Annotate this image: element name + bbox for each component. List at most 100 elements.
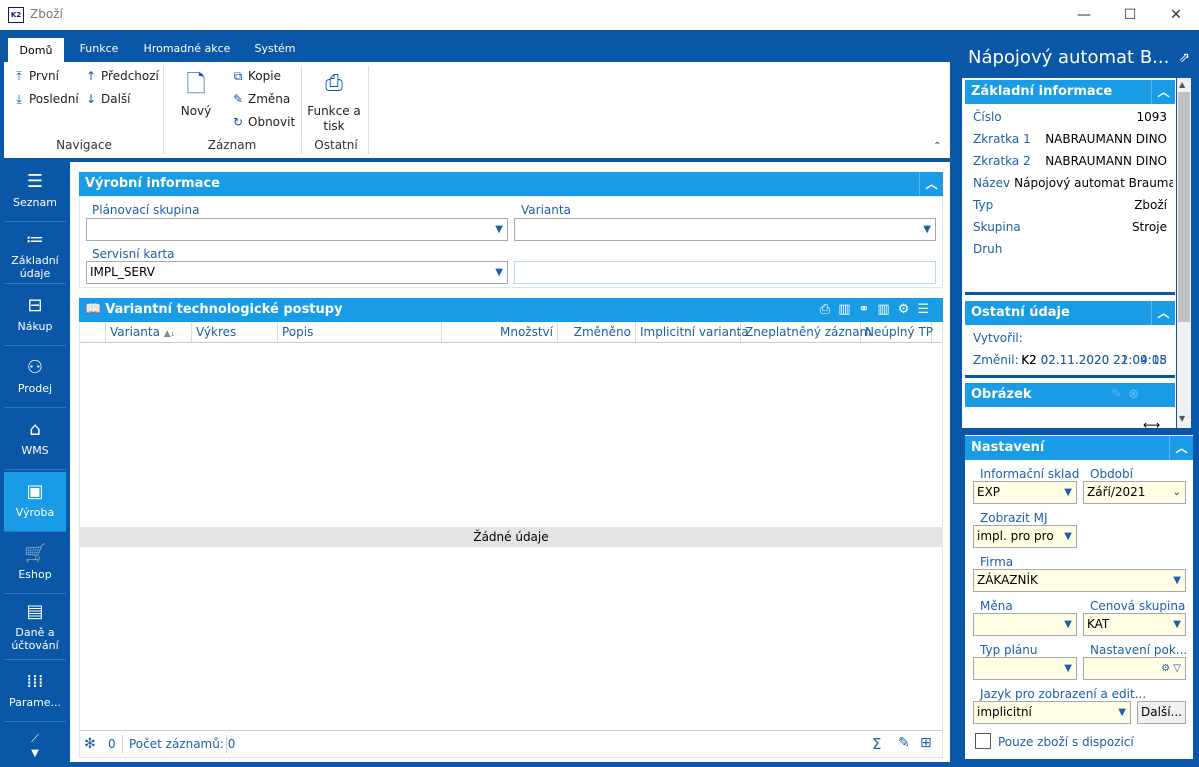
more-button[interactable]: Další... <box>1137 701 1186 724</box>
advanced-settings-select[interactable]: ⚙ ▽ <box>1083 657 1186 680</box>
nav-eshop[interactable]: 🛒 Eshop <box>4 534 66 594</box>
collapse-chevron-icon[interactable]: ︿ <box>1169 436 1193 460</box>
column-popis[interactable]: Popis <box>278 322 442 342</box>
title-bar: K2 Zboží — ☐ ✕ <box>0 0 1199 30</box>
book-icon: 📖 <box>85 302 102 317</box>
menu-icon[interactable]: ☰ <box>917 302 937 317</box>
nav-prodej[interactable]: ⚇ Prodej <box>4 348 66 408</box>
column-vykres[interactable]: Výkres <box>192 322 278 342</box>
service-card-select[interactable]: IMPL_SERV ▼ <box>86 261 508 284</box>
nav-vyroba[interactable]: ▣ Výroba <box>4 472 66 532</box>
collapse-chevron-icon[interactable]: ︿ <box>1151 80 1175 104</box>
splitter[interactable] <box>952 36 956 762</box>
dropdown-icon: ▼ <box>1118 707 1126 718</box>
production-icon: ▣ <box>26 481 44 502</box>
period-select[interactable]: Září/2021 ⌄ <box>1083 481 1186 504</box>
production-info-header: Výrobní informace ︿ <box>79 172 943 196</box>
nav-wms[interactable]: ⌂ WMS <box>4 410 66 470</box>
last-button[interactable]: ⤓ Poslední <box>12 92 78 107</box>
edit-icon[interactable]: ✎ <box>898 735 910 751</box>
section-divider <box>965 292 1175 295</box>
firm-select[interactable]: ZÁKAZNÍK ▼ <box>973 569 1186 592</box>
ribbon-tabs: Domů Funkce Hromadné akce Systém <box>4 36 950 62</box>
new-button[interactable]: 🗋 Nový <box>176 70 216 118</box>
filter-icon[interactable]: ⚭ <box>858 302 877 317</box>
cart-icon: 🛒 <box>24 543 47 564</box>
arrow-up-icon: ↑ <box>85 69 97 83</box>
snowflake-icon[interactable]: ✻ <box>84 736 96 752</box>
minimize-button[interactable]: — <box>1061 0 1107 30</box>
column-varianta[interactable]: Varianta ▲₁ <box>106 322 192 342</box>
print-icon[interactable]: ⎙ <box>820 302 838 317</box>
change-button[interactable]: ✎ Změna <box>231 92 290 106</box>
column-selector[interactable] <box>80 322 106 342</box>
planning-group-label: Plánovací skupina <box>92 203 200 217</box>
detail-title: Nápojový automat B... ⇗ <box>962 36 1196 76</box>
next-button[interactable]: ↓ Další <box>84 92 131 106</box>
ribbon-separator <box>368 66 369 154</box>
dropdown-icon: ▼ <box>1064 531 1072 542</box>
service-card-label: Servisní karta <box>92 247 175 261</box>
planning-group-select[interactable]: ▼ <box>86 218 508 241</box>
column-implicitni-varianta[interactable]: Implicitní varianta <box>636 322 749 342</box>
detail-scrollbar[interactable]: ▲ ▼ <box>1177 78 1191 428</box>
edit-image-icon[interactable]: ✎ <box>1111 387 1128 402</box>
price-group-select[interactable]: KAT ▼ <box>1083 613 1186 636</box>
ledger-icon: ▤ <box>26 601 44 622</box>
column-zneplatneny-zaznam[interactable]: Zneplatněný záznam <box>741 322 871 342</box>
chart-icon[interactable]: ▥ <box>838 302 858 317</box>
close-button[interactable]: ✕ <box>1153 0 1199 30</box>
period-label: Období <box>1090 467 1133 481</box>
scroll-up-icon[interactable]: ▲ <box>1179 80 1185 89</box>
nav-parametry[interactable]: ⁞⁞⁞ Parame... <box>4 662 66 722</box>
tab-hromadne-akce[interactable]: Hromadné akce <box>134 36 240 62</box>
printer-icon: ⎙ <box>325 71 343 96</box>
currency-select[interactable]: ▼ <box>973 613 1077 636</box>
settings-icon[interactable]: ⚙ <box>898 302 918 317</box>
advanced-settings-label: Nastavení pok... <box>1090 643 1188 657</box>
sort-asc-icon: ▲₁ <box>163 329 175 339</box>
unit-select[interactable]: impl. pro pro ▼ <box>973 525 1077 548</box>
collapse-chevron-icon[interactable]: ︿ <box>1151 301 1175 325</box>
changed-row: Změnil: K2 02.11.2020 22:09:08 <box>973 353 1167 367</box>
stock-select[interactable]: EXP ▼ <box>973 481 1077 504</box>
tab-system[interactable]: Systém <box>246 36 304 62</box>
variant-select[interactable]: ▼ <box>514 218 936 241</box>
delete-image-icon[interactable]: ⊗ <box>1128 387 1145 402</box>
first-button[interactable]: ⤒ První <box>12 69 59 84</box>
chart-icon: ⟋ <box>31 732 39 745</box>
only-available-checkbox[interactable] <box>975 733 991 749</box>
nav-nakup[interactable]: ⊟ Nákup <box>4 286 66 346</box>
collapse-chevron-icon[interactable]: ︿ <box>919 172 943 196</box>
scroll-down-icon[interactable]: ▼ <box>1179 414 1185 423</box>
grid-settings-icon[interactable]: ⊞ <box>920 735 932 751</box>
tab-funkce[interactable]: Funkce <box>70 36 128 62</box>
tab-domu[interactable]: Domů <box>8 38 64 62</box>
nav-zakladni-udaje[interactable]: ≔ Základní údaje <box>4 224 66 284</box>
external-link-icon[interactable]: ⇗ <box>1178 36 1190 76</box>
function-print-button[interactable]: ⎙ Funkce a tisk <box>306 70 362 134</box>
columns-icon[interactable]: ▥ <box>877 302 897 317</box>
gear-dropdown-icon: ⚙ ▽ <box>1161 663 1181 674</box>
column-zmeneno[interactable]: Změněno <box>558 322 636 342</box>
nav-seznam[interactable]: ☰ Seznam <box>4 162 66 222</box>
maximize-button[interactable]: ☐ <box>1107 0 1153 30</box>
section-divider <box>965 375 1175 378</box>
chevron-down-icon: ⌄ <box>1172 487 1181 498</box>
plan-type-select[interactable]: ▼ <box>973 657 1077 680</box>
refresh-button[interactable]: ↻ Obnovit <box>231 115 295 129</box>
ribbon-separator <box>301 66 302 154</box>
scroll-thumb[interactable] <box>1178 92 1190 322</box>
previous-button[interactable]: ↑ Předchozí <box>84 69 159 83</box>
info-row-druh: Druh <box>973 242 1003 256</box>
copy-button[interactable]: ⧉ Kopie <box>231 69 281 84</box>
nav-dane-a-uctovani[interactable]: ▤ Daně a účtování <box>4 596 66 660</box>
column-neuplny-tp[interactable]: Neúplný TP <box>861 322 933 342</box>
collapse-ribbon-icon[interactable]: ⌃ <box>933 141 941 152</box>
dropdown-icon: ▼ <box>1064 663 1072 674</box>
language-select[interactable]: implicitní ▼ <box>973 701 1131 724</box>
column-mnozstvi[interactable]: Množství <box>442 322 558 342</box>
nav-more[interactable]: ⟋ ▼ <box>4 732 66 759</box>
copy-icon: ⧉ <box>233 69 243 83</box>
sum-icon[interactable]: Σ <box>872 735 881 753</box>
